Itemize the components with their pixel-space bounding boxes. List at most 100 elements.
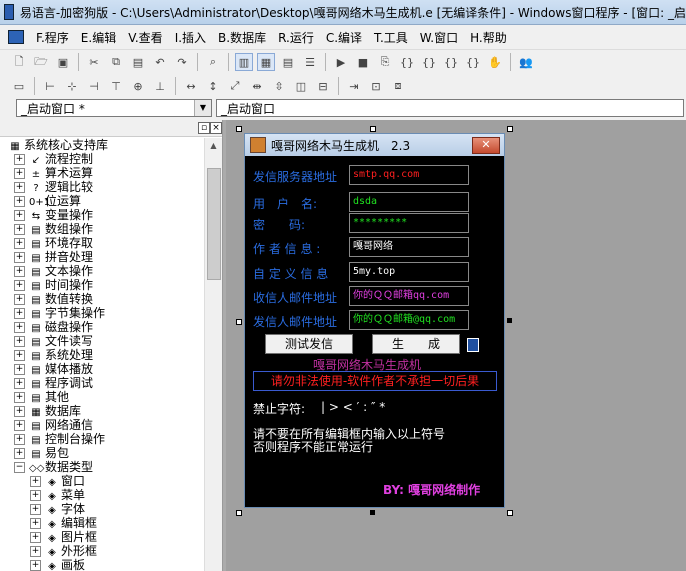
tree-item[interactable]: + ▤ 媒体播放 (0, 362, 200, 376)
step-into-icon[interactable]: {} (398, 53, 416, 71)
expand-icon[interactable]: + (30, 476, 41, 487)
tree-root[interactable]: ▦ 系统核心支持库 (0, 138, 200, 152)
tree-item[interactable]: + ↙ 流程控制 (0, 152, 200, 166)
align-center-icon[interactable]: ⊹ (63, 77, 81, 95)
test-send-button[interactable]: 测试发信 (265, 334, 353, 354)
restore-icon[interactable]: ▫ (198, 122, 210, 134)
expand-icon[interactable]: + (14, 392, 25, 403)
expand-icon[interactable]: + (14, 280, 25, 291)
redo-icon[interactable]: ↷ (173, 53, 191, 71)
tree-item[interactable]: − ◇◇数据类型 (0, 460, 200, 474)
tree-subitem[interactable]: + ◈ 外形框 (0, 544, 200, 558)
field-input[interactable]: 5my.top (349, 262, 469, 282)
expand-icon[interactable]: + (14, 154, 25, 165)
menu-doc-icon[interactable] (8, 30, 24, 44)
step-icon[interactable]: ⎘ (376, 53, 394, 71)
expand-icon[interactable]: + (14, 210, 25, 221)
small-control-icon[interactable] (467, 338, 479, 352)
vspace-icon[interactable]: ⇳ (270, 77, 288, 95)
tree-item[interactable]: + ▦ 数据库 (0, 404, 200, 418)
tab-order-icon[interactable]: ⇥ (345, 77, 363, 95)
scroll-thumb[interactable] (207, 168, 221, 280)
lock-icon[interactable]: ⊡ (367, 77, 385, 95)
copy-icon[interactable]: ⧉ (107, 53, 125, 71)
field-input[interactable]: 你的ＱＱ邮箱qq.com (349, 286, 469, 306)
designed-form[interactable]: 嘎哥网络木马生成机 2.3 ✕ 发信服务器地址 smtp.qq.com 用 户 名:… (244, 133, 505, 508)
tree-item[interactable]: + ▤ 文件读写 (0, 334, 200, 348)
menu-tools[interactable]: T.工具 (368, 29, 414, 46)
table-icon[interactable]: ▦ (257, 53, 275, 71)
tree-subitem[interactable]: + ◈ 字体 (0, 502, 200, 516)
resize-handle[interactable] (370, 126, 376, 132)
center-v-icon[interactable]: ⊟ (314, 77, 332, 95)
layout-icon[interactable]: ▥ (235, 53, 253, 71)
menu-run[interactable]: R.运行 (272, 29, 320, 46)
expand-icon[interactable]: + (14, 336, 25, 347)
tree-item[interactable]: + ▤ 环境存取 (0, 236, 200, 250)
align-middle-icon[interactable]: ⊕ (129, 77, 147, 95)
collapse-icon[interactable]: − (14, 462, 25, 473)
cut-icon[interactable]: ✂ (85, 53, 103, 71)
resize-handle[interactable] (507, 510, 513, 516)
field-input[interactable]: ********* (349, 213, 469, 233)
resize-handle[interactable] (236, 126, 242, 132)
expand-icon[interactable]: + (14, 364, 25, 375)
tree-scrollbar[interactable]: ▲ (204, 138, 222, 571)
grid-icon[interactable]: ▤ (279, 53, 297, 71)
expand-icon[interactable]: + (30, 504, 41, 515)
expand-icon[interactable]: + (30, 532, 41, 543)
people-icon[interactable]: 👥 (517, 53, 535, 71)
same-size-icon[interactable]: ⤢ (226, 77, 244, 95)
field-input[interactable]: 嘎哥网络 (349, 237, 469, 257)
resize-handle[interactable] (236, 510, 242, 516)
same-width-icon[interactable]: ↔ (182, 77, 200, 95)
menu-edit[interactable]: E.编辑 (75, 29, 122, 46)
tree-subitem[interactable]: + ◈ 窗口 (0, 474, 200, 488)
tree-item[interactable]: + ▤ 系统处理 (0, 348, 200, 362)
open-folder-icon[interactable]: 🗁 (32, 53, 50, 71)
expand-icon[interactable]: + (14, 420, 25, 431)
menu-window[interactable]: W.窗口 (414, 29, 464, 46)
step-out-icon[interactable]: {} (442, 53, 460, 71)
tree-item[interactable]: + ▤ 字节集操作 (0, 306, 200, 320)
resize-handle[interactable] (370, 510, 375, 515)
expand-icon[interactable]: + (14, 196, 25, 207)
undo-icon[interactable]: ↶ (151, 53, 169, 71)
object-combo[interactable]: _启动窗口 * ▼ (16, 99, 212, 117)
tree-subitem[interactable]: + ◈ 画板 (0, 558, 200, 571)
expand-icon[interactable]: + (14, 252, 25, 263)
menu-help[interactable]: H.帮助 (464, 29, 513, 46)
list-icon[interactable]: ☰ (301, 53, 319, 71)
align-bottom-icon[interactable]: ⊥ (151, 77, 169, 95)
field-input[interactable]: 你的ＱＱ邮箱@qq.com (349, 310, 469, 330)
tree-item[interactable]: + ▤ 网络通信 (0, 418, 200, 432)
expand-icon[interactable]: + (14, 308, 25, 319)
tree-item[interactable]: + ▤ 时间操作 (0, 278, 200, 292)
tree-item[interactable]: + ▤ 易包 (0, 446, 200, 460)
tree-item[interactable]: +? 逻辑比较 (0, 180, 200, 194)
align-left-icon[interactable]: ⊢ (41, 77, 59, 95)
tree-subitem[interactable]: + ◈ 编辑框 (0, 516, 200, 530)
form-close-button[interactable]: ✕ (472, 137, 500, 154)
step-over-icon[interactable]: {} (420, 53, 438, 71)
paste-icon[interactable]: ▤ (129, 53, 147, 71)
expand-icon[interactable]: + (30, 560, 41, 571)
center-h-icon[interactable]: ◫ (292, 77, 310, 95)
field-input[interactable]: smtp.qq.com (349, 165, 469, 185)
scroll-up-icon[interactable]: ▲ (205, 138, 222, 154)
expand-icon[interactable]: + (14, 168, 25, 179)
expand-icon[interactable]: + (14, 434, 25, 445)
tree-item[interactable]: + ⇆ 变量操作 (0, 208, 200, 222)
same-height-icon[interactable]: ↕ (204, 77, 222, 95)
stop-icon[interactable]: ■ (354, 53, 372, 71)
tree-item[interactable]: + ▤ 数值转换 (0, 292, 200, 306)
tree-item[interactable]: + ▤ 拼音处理 (0, 250, 200, 264)
tree-subitem[interactable]: + ◈ 菜单 (0, 488, 200, 502)
tree-item[interactable]: +0+1位运算 (0, 194, 200, 208)
menu-compile[interactable]: C.编译 (320, 29, 368, 46)
tree-item[interactable]: + ± 算术运算 (0, 166, 200, 180)
breakpoint-icon[interactable]: {} (464, 53, 482, 71)
hspace-icon[interactable]: ⇹ (248, 77, 266, 95)
expand-icon[interactable]: + (14, 266, 25, 277)
tree-item[interactable]: + ▤ 程序调试 (0, 376, 200, 390)
